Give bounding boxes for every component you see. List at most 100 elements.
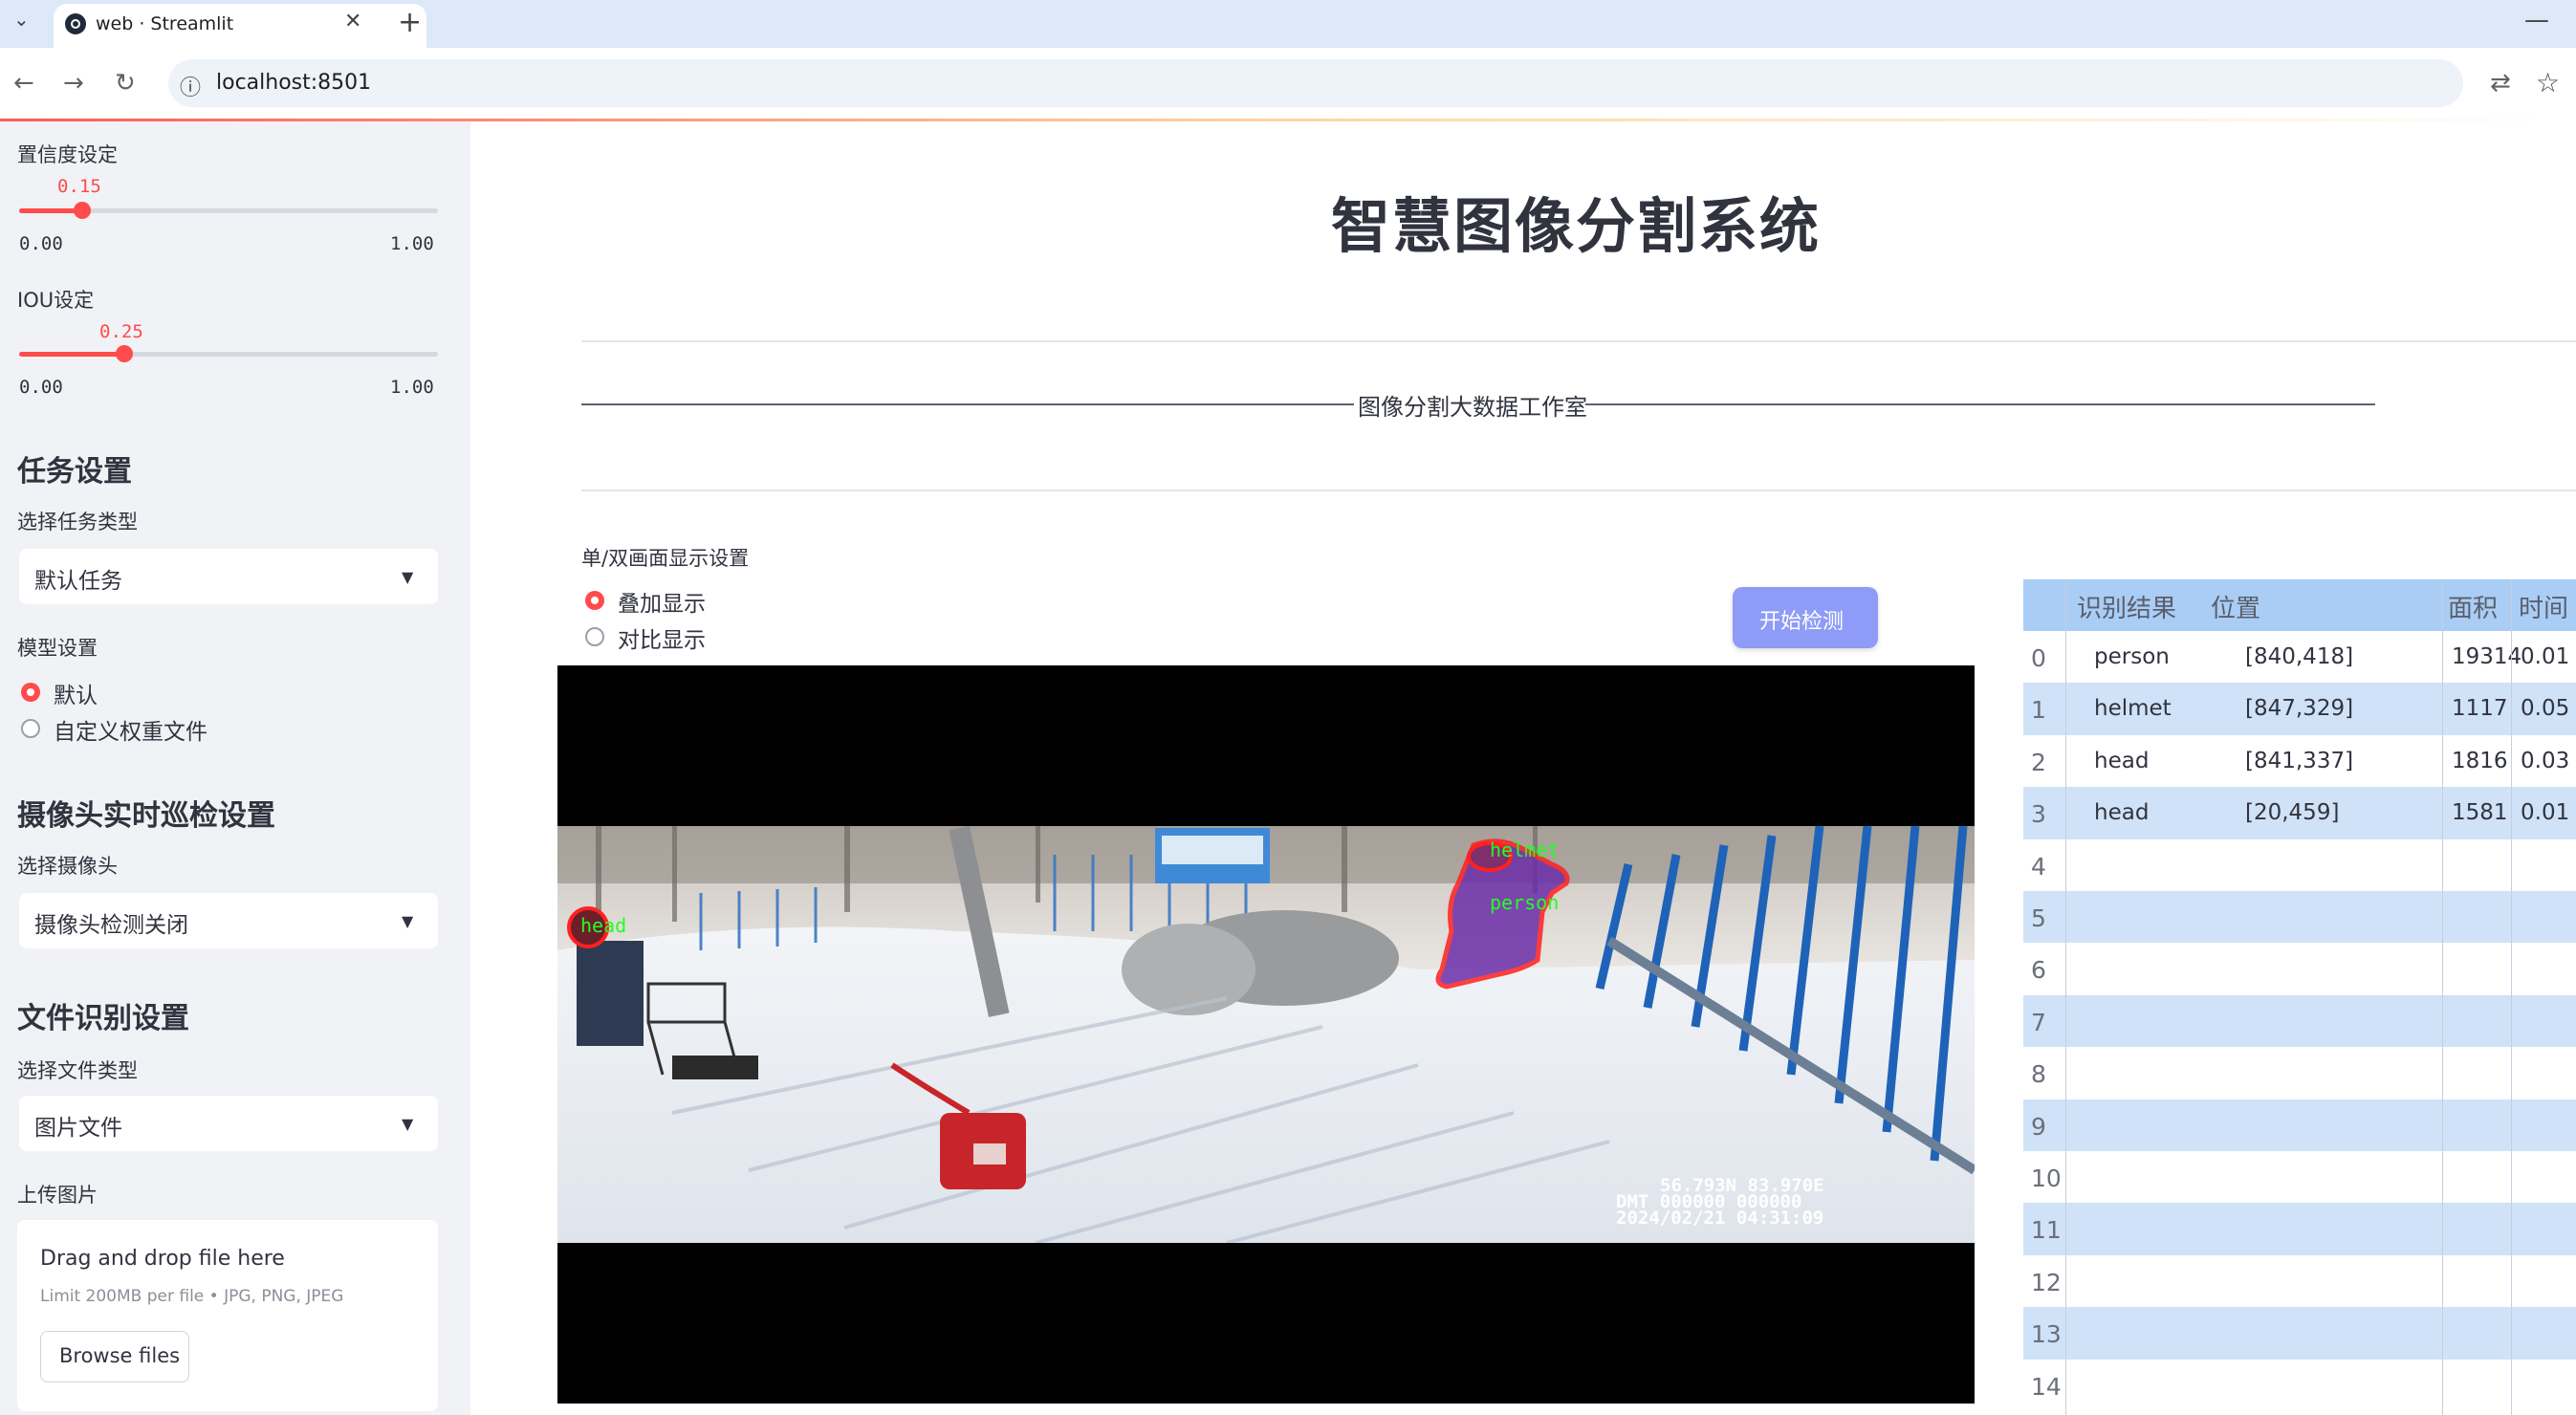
dropzone-text: Drag and drop file here bbox=[40, 1247, 285, 1271]
confidence-slider-thumb[interactable] bbox=[73, 202, 91, 219]
table-row[interactable] bbox=[2023, 994, 2576, 1048]
plus-icon[interactable]: + bbox=[398, 6, 422, 39]
results-table[interactable]: 识别结果 位置 面积 时间 0 person [840,418] 1 9 3 14 0.01 1… bbox=[2023, 579, 2576, 1415]
streamlit-favicon-icon bbox=[65, 13, 86, 34]
iou-slider-thumb[interactable] bbox=[115, 345, 133, 362]
model-custom-radio[interactable] bbox=[21, 719, 40, 738]
info-icon[interactable]: ⓘ bbox=[180, 71, 201, 101]
page-title: 智慧图像分割系统 bbox=[1331, 191, 1822, 261]
row-index: 12 bbox=[2031, 1268, 2062, 1296]
cell-time: 0.05 bbox=[2521, 696, 2570, 722]
studio-divider-text: 图像分割大数据工作室 bbox=[1358, 394, 1587, 421]
row-index: 4 bbox=[2031, 852, 2046, 881]
model-default-label[interactable]: 默认 bbox=[54, 677, 98, 709]
table-row[interactable] bbox=[2023, 1203, 2576, 1255]
model-default-radio[interactable] bbox=[21, 683, 40, 702]
table-row[interactable] bbox=[2023, 1151, 2576, 1204]
compare-display-label[interactable]: 对比显示 bbox=[618, 621, 706, 654]
confidence-value: 0.15 bbox=[57, 176, 101, 197]
cell-area: 1117 bbox=[2452, 696, 2508, 722]
cell-label: head bbox=[2094, 800, 2150, 826]
omnibox[interactable] bbox=[168, 59, 2463, 107]
table-row[interactable] bbox=[2023, 1307, 2576, 1360]
start-detection-label[interactable]: 开始检测 bbox=[1759, 604, 1844, 635]
row-index: 13 bbox=[2031, 1320, 2062, 1349]
row-index: 0 bbox=[2031, 644, 2046, 672]
detection-label-head: head bbox=[580, 914, 627, 937]
row-index: 14 bbox=[2031, 1372, 2062, 1401]
cell-time: 0.03 bbox=[2521, 748, 2570, 773]
iou-label: IOU设定 bbox=[17, 289, 95, 312]
cell-area: 1581 bbox=[2452, 800, 2508, 826]
column-header-position[interactable]: 位置 bbox=[2211, 589, 2260, 624]
cell-position: [841,337] bbox=[2245, 748, 2354, 773]
detection-label-person: person bbox=[1490, 891, 1560, 914]
confidence-slider-fill bbox=[19, 208, 82, 213]
row-index: 8 bbox=[2031, 1060, 2046, 1089]
close-icon[interactable]: ✕ bbox=[344, 10, 361, 33]
row-index: 2 bbox=[2031, 748, 2046, 776]
arrow-left-icon[interactable]: ← bbox=[13, 69, 34, 98]
osd-timestamp: 2024/02/21 04:31:09 bbox=[1616, 1208, 1824, 1229]
confidence-min: 0.00 bbox=[19, 233, 63, 254]
cell-time: 0.01 bbox=[2521, 800, 2570, 826]
task-settings-header: 任务设置 bbox=[17, 455, 132, 489]
divider-top bbox=[581, 340, 2576, 342]
compare-display-radio[interactable] bbox=[585, 627, 604, 646]
file-type-value: 图片文件 bbox=[34, 1116, 122, 1141]
cell-position: [847,329] bbox=[2245, 696, 2354, 722]
file-type-label: 选择文件类型 bbox=[17, 1059, 138, 1082]
column-divider bbox=[2442, 579, 2443, 1415]
table-row[interactable] bbox=[2023, 891, 2576, 944]
iou-min: 0.00 bbox=[19, 377, 63, 398]
table-row[interactable] bbox=[2023, 838, 2576, 891]
table-row[interactable] bbox=[2023, 1359, 2576, 1411]
overlay-display-radio[interactable] bbox=[585, 591, 604, 610]
column-header-time[interactable]: 时间 bbox=[2519, 589, 2568, 624]
column-divider bbox=[2065, 579, 2066, 1415]
tab-title: web · Streamlit bbox=[96, 13, 234, 34]
cell-area: 1816 bbox=[2452, 748, 2508, 773]
overlay-display-label[interactable]: 叠加显示 bbox=[618, 585, 706, 618]
cell-label: head bbox=[2094, 748, 2150, 773]
dashed-rule-left bbox=[581, 403, 1354, 405]
row-index: 9 bbox=[2031, 1112, 2046, 1141]
table-row[interactable] bbox=[2023, 1254, 2576, 1308]
upload-label: 上传图片 bbox=[17, 1184, 98, 1207]
chevron-down-icon[interactable]: ⌄ bbox=[13, 8, 30, 31]
model-custom-label[interactable]: 自定义权重文件 bbox=[54, 713, 207, 746]
row-index: 6 bbox=[2031, 956, 2046, 985]
star-icon[interactable]: ☆ bbox=[2536, 67, 2560, 98]
dropzone-limit: Limit 200MB per file • JPG, PNG, JPEG bbox=[40, 1287, 344, 1306]
table-row[interactable] bbox=[2023, 1047, 2576, 1099]
row-index: 3 bbox=[2031, 800, 2046, 829]
cell-time: 0.01 bbox=[2521, 644, 2570, 669]
column-header-label[interactable]: 识别结果 bbox=[2077, 589, 2176, 624]
arrow-right-icon[interactable]: → bbox=[63, 69, 84, 98]
cell-position: [20,459] bbox=[2245, 800, 2340, 826]
row-index: 10 bbox=[2031, 1165, 2062, 1192]
task-type-label: 选择任务类型 bbox=[17, 511, 138, 533]
display-mode-label: 单/双画面显示设置 bbox=[581, 547, 750, 570]
detection-label-helmet: helmet bbox=[1490, 838, 1560, 861]
reload-icon[interactable]: ↻ bbox=[115, 69, 136, 98]
cell-label: helmet bbox=[2094, 696, 2172, 722]
camera-settings-header: 摄像头实时巡检设置 bbox=[17, 799, 275, 833]
table-row[interactable] bbox=[2023, 943, 2576, 995]
chevron-down-icon: ▼ bbox=[402, 1115, 414, 1133]
dashed-rule-right bbox=[1585, 403, 2375, 405]
cell-position: [840,418] bbox=[2245, 644, 2354, 669]
url-text[interactable]: localhost:8501 bbox=[216, 71, 371, 95]
table-row[interactable] bbox=[2023, 1099, 2576, 1151]
camera-select-label: 选择摄像头 bbox=[17, 855, 118, 878]
translate-icon[interactable]: ⇄ bbox=[2490, 69, 2511, 98]
model-settings-label: 模型设置 bbox=[17, 637, 98, 660]
column-divider bbox=[2511, 579, 2512, 1415]
minimize-icon[interactable]: — bbox=[2524, 6, 2549, 34]
browse-files-label[interactable]: Browse files bbox=[59, 1344, 180, 1367]
column-header-area[interactable]: 面积 bbox=[2448, 589, 2498, 624]
confidence-max: 1.00 bbox=[390, 233, 434, 254]
iou-slider-fill bbox=[19, 352, 124, 357]
divider-bottom bbox=[581, 490, 2576, 491]
row-index: 5 bbox=[2031, 904, 2046, 932]
